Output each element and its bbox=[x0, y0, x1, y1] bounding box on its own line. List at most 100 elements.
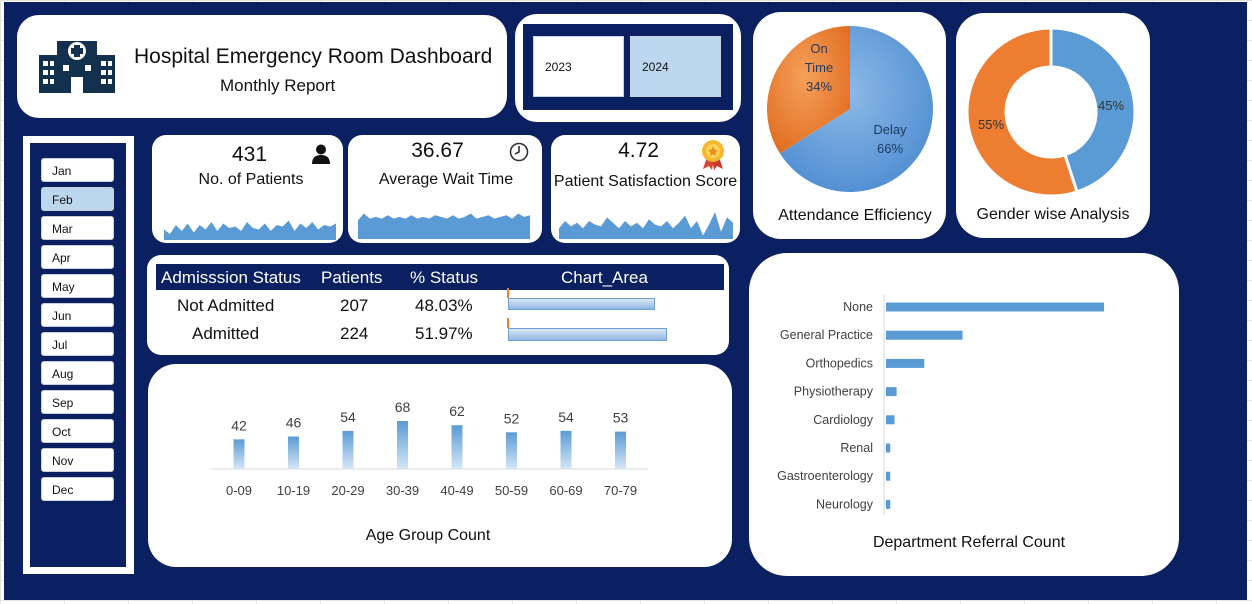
month-button-mar[interactable]: Mar bbox=[41, 216, 114, 240]
dept-category-label: Physiotherapy bbox=[794, 385, 874, 399]
patients-sparkline bbox=[164, 220, 336, 240]
age-card: 42 0-09 46 10-19 54 20-29 68 30-39 62 40-49 52 50-5… bbox=[148, 364, 732, 567]
page-title: Hospital Emergency Room Dashboard bbox=[134, 45, 493, 68]
row1-patients: 207 bbox=[340, 296, 369, 315]
attendance-card: On Time 34% Delay 66% Attendance Efficiency bbox=[753, 12, 946, 239]
age-bar bbox=[451, 425, 463, 469]
row2-bar-marker bbox=[507, 318, 509, 328]
gender-donut-chart: 45% 55% bbox=[965, 26, 1137, 198]
month-button-aug[interactable]: Aug bbox=[41, 361, 114, 385]
header-chart-area: Chart_Area bbox=[561, 268, 648, 287]
label-delay-line1: Delay bbox=[873, 122, 907, 137]
month-button-oct[interactable]: Oct bbox=[41, 419, 114, 443]
row1-data-bar bbox=[508, 298, 655, 310]
header-pct-status: % Status bbox=[410, 268, 479, 287]
wait-time-sparkline bbox=[358, 213, 530, 239]
patients-value: 431 bbox=[231, 143, 268, 166]
month-button-jun[interactable]: Jun bbox=[41, 303, 114, 327]
age-bar bbox=[342, 430, 354, 469]
age-bar bbox=[233, 439, 245, 469]
month-button-jan[interactable]: Jan bbox=[41, 158, 114, 182]
dept-category-label: Neurology bbox=[816, 497, 874, 511]
label-on-time-line1: On bbox=[810, 41, 827, 56]
department-referral-bar-chart: None General Practice Orthopedics Physiothe… bbox=[777, 295, 1104, 515]
dept-bar bbox=[886, 443, 891, 453]
kpi-satisfaction-card: 4.72 Patient Satisfaction Score bbox=[551, 135, 740, 243]
row2-data-bar bbox=[508, 328, 667, 341]
sparkline-area bbox=[164, 220, 336, 240]
satisfaction-label: Patient Satisfaction Score bbox=[553, 173, 738, 190]
row1-pct: 48.03% bbox=[415, 296, 473, 315]
sparkline-area bbox=[358, 213, 530, 239]
age-data-label: 53 bbox=[613, 410, 629, 426]
row1-bar-marker bbox=[507, 288, 509, 298]
age-group-bar-chart: 42 0-09 46 10-19 54 20-29 68 30-39 62 40-49 52 50-5… bbox=[212, 399, 648, 498]
year-button-2023[interactable]: 2023 bbox=[533, 36, 624, 97]
age-title: Age Group Count bbox=[365, 527, 491, 544]
month-button-jul[interactable]: Jul bbox=[41, 332, 114, 356]
year-slicer-card: 2023 2024 bbox=[515, 14, 741, 122]
month-button-may[interactable]: May bbox=[41, 274, 114, 298]
age-data-label: 54 bbox=[558, 409, 574, 425]
row2-patients: 224 bbox=[340, 324, 369, 343]
age-bar bbox=[615, 431, 626, 469]
header-card: Hospital Emergency Room Dashboard Monthl… bbox=[17, 15, 507, 118]
patients-label: No. of Patients bbox=[198, 171, 304, 188]
page-subtitle: Monthly Report bbox=[220, 76, 336, 95]
dept-bar bbox=[886, 358, 925, 368]
row2-status: Admitted bbox=[192, 324, 260, 343]
dept-category-label: Renal bbox=[840, 441, 873, 455]
label-on-time-line2: Time bbox=[805, 60, 833, 75]
satisfaction-sparkline bbox=[559, 212, 733, 239]
header-patients: Patients bbox=[321, 268, 383, 287]
dept-title: Department Referral Count bbox=[872, 534, 1066, 551]
label-gender-45: 45% bbox=[1098, 98, 1124, 113]
dept-category-label: Orthopedics bbox=[806, 356, 873, 370]
age-data-label: 62 bbox=[449, 403, 465, 419]
month-button-nov[interactable]: Nov bbox=[41, 448, 114, 472]
person-icon bbox=[312, 144, 330, 164]
dept-bar bbox=[886, 302, 1104, 312]
kpi-patients-card: 431 No. of Patients bbox=[152, 135, 343, 243]
month-button-feb[interactable]: Feb bbox=[41, 187, 114, 211]
age-tick-label: 50-59 bbox=[495, 483, 528, 498]
age-tick-label: 10-19 bbox=[277, 483, 310, 498]
dept-category-label: General Practice bbox=[780, 328, 873, 342]
age-tick-label: 20-29 bbox=[331, 483, 364, 498]
wait-value: 36.67 bbox=[411, 139, 464, 162]
age-tick-label: 0-09 bbox=[226, 483, 252, 498]
row2-pct: 51.97% bbox=[415, 324, 473, 343]
dept-category-label: Gastroenterology bbox=[777, 469, 874, 483]
header-admission-status: Admisssion Status bbox=[161, 268, 301, 287]
age-tick-label: 60-69 bbox=[549, 483, 582, 498]
age-bar bbox=[506, 432, 517, 469]
satisfaction-value: 4.72 bbox=[618, 139, 659, 162]
year-button-2024[interactable]: 2024 bbox=[630, 36, 721, 97]
dept-bar bbox=[886, 499, 891, 509]
age-bar bbox=[560, 430, 572, 469]
age-data-label: 68 bbox=[395, 399, 411, 415]
dept-category-label: None bbox=[843, 300, 873, 314]
month-button-dec[interactable]: Dec bbox=[41, 477, 114, 501]
age-data-label: 54 bbox=[340, 409, 356, 425]
dept-bar bbox=[886, 387, 897, 397]
dept-bar bbox=[886, 330, 963, 340]
hospital-icon bbox=[39, 41, 115, 93]
attendance-pie-chart: On Time 34% Delay 66% bbox=[767, 26, 933, 193]
dept-bar bbox=[886, 471, 891, 481]
age-bar bbox=[397, 421, 408, 469]
age-tick-label: 70-79 bbox=[604, 483, 637, 498]
age-data-label: 42 bbox=[231, 417, 247, 433]
age-tick-label: 40-49 bbox=[440, 483, 473, 498]
age-data-label: 52 bbox=[504, 410, 520, 426]
dept-card: None General Practice Orthopedics Physiothe… bbox=[749, 253, 1179, 576]
dept-category-label: Cardiology bbox=[813, 413, 874, 427]
label-on-time-pct: 34% bbox=[806, 79, 832, 94]
sparkline-area bbox=[559, 212, 733, 239]
month-button-apr[interactable]: Apr bbox=[41, 245, 114, 269]
age-data-label: 46 bbox=[286, 415, 302, 431]
clock-icon bbox=[509, 142, 529, 162]
month-button-sep[interactable]: Sep bbox=[41, 390, 114, 414]
age-tick-label: 30-39 bbox=[386, 483, 419, 498]
wait-label: Average Wait Time bbox=[378, 171, 514, 188]
